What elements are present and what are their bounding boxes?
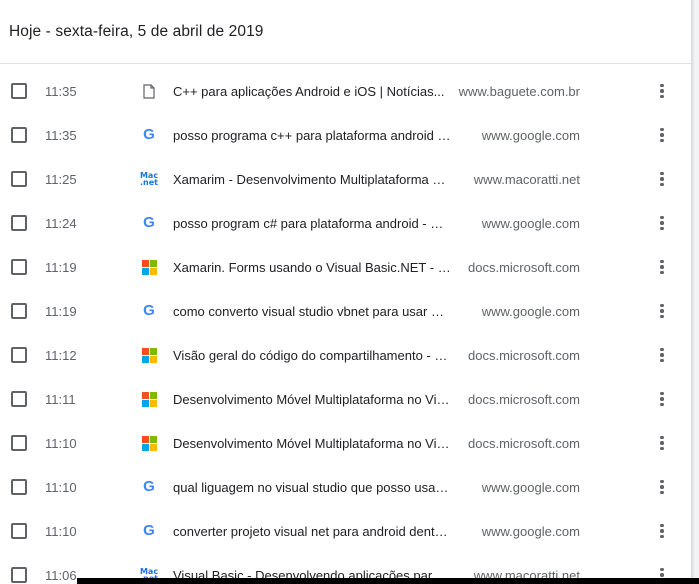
visit-time: 11:24 xyxy=(45,215,77,231)
row-checkbox[interactable] xyxy=(11,347,27,363)
visit-time: 11:19 xyxy=(45,259,77,275)
page-domain: www.google.com xyxy=(481,303,580,319)
microsoft-icon xyxy=(141,259,157,275)
more-actions-icon[interactable] xyxy=(652,477,672,497)
more-actions-icon[interactable] xyxy=(652,301,672,321)
history-row[interactable]: 11:19 Gcomo converto visual studio vbnet … xyxy=(0,289,691,333)
page-domain: docs.microsoft.com xyxy=(468,391,580,407)
visit-time: 11:35 xyxy=(45,127,77,143)
google-icon: G xyxy=(143,302,155,319)
page-domain: www.macoratti.net xyxy=(473,171,580,187)
visit-time: 11:10 xyxy=(45,479,77,495)
page-title-link[interactable]: Visão geral do código do compartilhament… xyxy=(173,348,451,363)
page-domain: www.google.com xyxy=(481,479,580,495)
more-actions-icon[interactable] xyxy=(652,345,672,365)
row-checkbox[interactable] xyxy=(11,215,27,231)
visit-time: 11:19 xyxy=(45,303,77,319)
microsoft-icon xyxy=(141,391,157,407)
visit-time: 11:25 xyxy=(45,171,77,187)
page-title-link[interactable]: converter projeto visual net para androi… xyxy=(173,524,451,539)
more-actions-icon[interactable] xyxy=(652,169,672,189)
more-actions-icon[interactable] xyxy=(652,433,672,453)
history-row[interactable]: 11:10 Gconverter projeto visual net para … xyxy=(0,509,691,553)
visit-time: 11:06 xyxy=(45,567,77,583)
taskbar-edge xyxy=(77,578,699,584)
row-checkbox[interactable] xyxy=(11,127,27,143)
visit-time: 11:10 xyxy=(45,435,77,451)
history-row[interactable]: 11:35 Gposso programa c++ para plataforma… xyxy=(0,113,691,157)
google-icon: G xyxy=(143,126,155,143)
row-checkbox[interactable] xyxy=(11,83,27,99)
more-actions-icon[interactable] xyxy=(652,213,672,233)
row-checkbox[interactable] xyxy=(11,479,27,495)
history-row[interactable]: 11:10 Desenvolvimento Móvel Multiplatafor… xyxy=(0,421,691,465)
more-actions-icon[interactable] xyxy=(652,389,672,409)
history-card: Hoje - sexta-feira, 5 de abril de 2019 1… xyxy=(0,0,692,584)
row-checkbox[interactable] xyxy=(11,435,27,451)
row-checkbox[interactable] xyxy=(11,391,27,407)
more-actions-icon[interactable] xyxy=(652,521,672,541)
row-checkbox[interactable] xyxy=(11,303,27,319)
page-title-link[interactable]: Xamarim - Desenvolvimento Multiplataform… xyxy=(173,172,451,187)
microsoft-icon xyxy=(141,435,157,451)
microsoft-icon xyxy=(141,347,157,363)
page-title-link[interactable]: C++ para aplicações Android e iOS | Notí… xyxy=(173,84,451,99)
history-row[interactable]: 11:35 C++ para aplicações Android e iOS |… xyxy=(0,69,691,113)
history-list: 11:35 C++ para aplicações Android e iOS |… xyxy=(0,69,691,584)
page-domain: www.baguete.com.br xyxy=(458,83,580,99)
google-icon: G xyxy=(143,478,155,495)
row-checkbox[interactable] xyxy=(11,523,27,539)
page-domain: docs.microsoft.com xyxy=(468,259,580,275)
history-row[interactable]: 11:24 Gposso program c# para plataforma a… xyxy=(0,201,691,245)
more-actions-icon[interactable] xyxy=(652,81,672,101)
history-row[interactable]: 11:12 Visão geral do código do compartilh… xyxy=(0,333,691,377)
date-header: Hoje - sexta-feira, 5 de abril de 2019 xyxy=(0,0,691,64)
page-domain: www.google.com xyxy=(481,523,580,539)
history-row[interactable]: 11:10 Gqual liguagem no visual studio que… xyxy=(0,465,691,509)
row-checkbox[interactable] xyxy=(11,259,27,275)
page-icon xyxy=(141,83,157,99)
page-domain: www.google.com xyxy=(481,127,580,143)
page-title-link[interactable]: Desenvolvimento Móvel Multiplataforma no… xyxy=(173,392,451,407)
page-title-link[interactable]: posso programa c++ para plataforma andro… xyxy=(173,128,451,143)
more-actions-icon[interactable] xyxy=(652,257,672,277)
page-title-link[interactable]: como converto visual studio vbnet para u… xyxy=(173,304,451,319)
page-domain: docs.microsoft.com xyxy=(468,347,580,363)
page-title-link[interactable]: Desenvolvimento Móvel Multiplataforma no… xyxy=(173,436,451,451)
google-icon: G xyxy=(143,214,155,231)
row-checkbox[interactable] xyxy=(11,567,27,583)
history-row[interactable]: 11:25 Mac .net Xamarim - Desenvolvimento Mu… xyxy=(0,157,691,201)
page-domain: www.google.com xyxy=(481,215,580,231)
date-header-text: Hoje - sexta-feira, 5 de abril de 2019 xyxy=(9,22,264,40)
visit-time: 11:11 xyxy=(45,391,76,407)
history-row[interactable]: 11:11 Desenvolvimento Móvel Multiplatafor… xyxy=(0,377,691,421)
more-actions-icon[interactable] xyxy=(652,125,672,145)
page-title-link[interactable]: posso program c# para plataforma android… xyxy=(173,216,451,231)
history-row[interactable]: 11:19 Xamarin. Forms usando o Visual Basi… xyxy=(0,245,691,289)
page-title-link[interactable]: qual liguagem no visual studio que posso… xyxy=(173,480,451,495)
visit-time: 11:10 xyxy=(45,523,77,539)
row-checkbox[interactable] xyxy=(11,171,27,187)
page-domain: docs.microsoft.com xyxy=(468,435,580,451)
visit-time: 11:35 xyxy=(45,83,77,99)
macoratti-icon: Mac.net xyxy=(139,171,159,187)
page-title-link[interactable]: Xamarin. Forms usando o Visual Basic.NET… xyxy=(173,260,451,275)
google-icon: G xyxy=(143,522,155,539)
visit-time: 11:12 xyxy=(45,347,77,363)
